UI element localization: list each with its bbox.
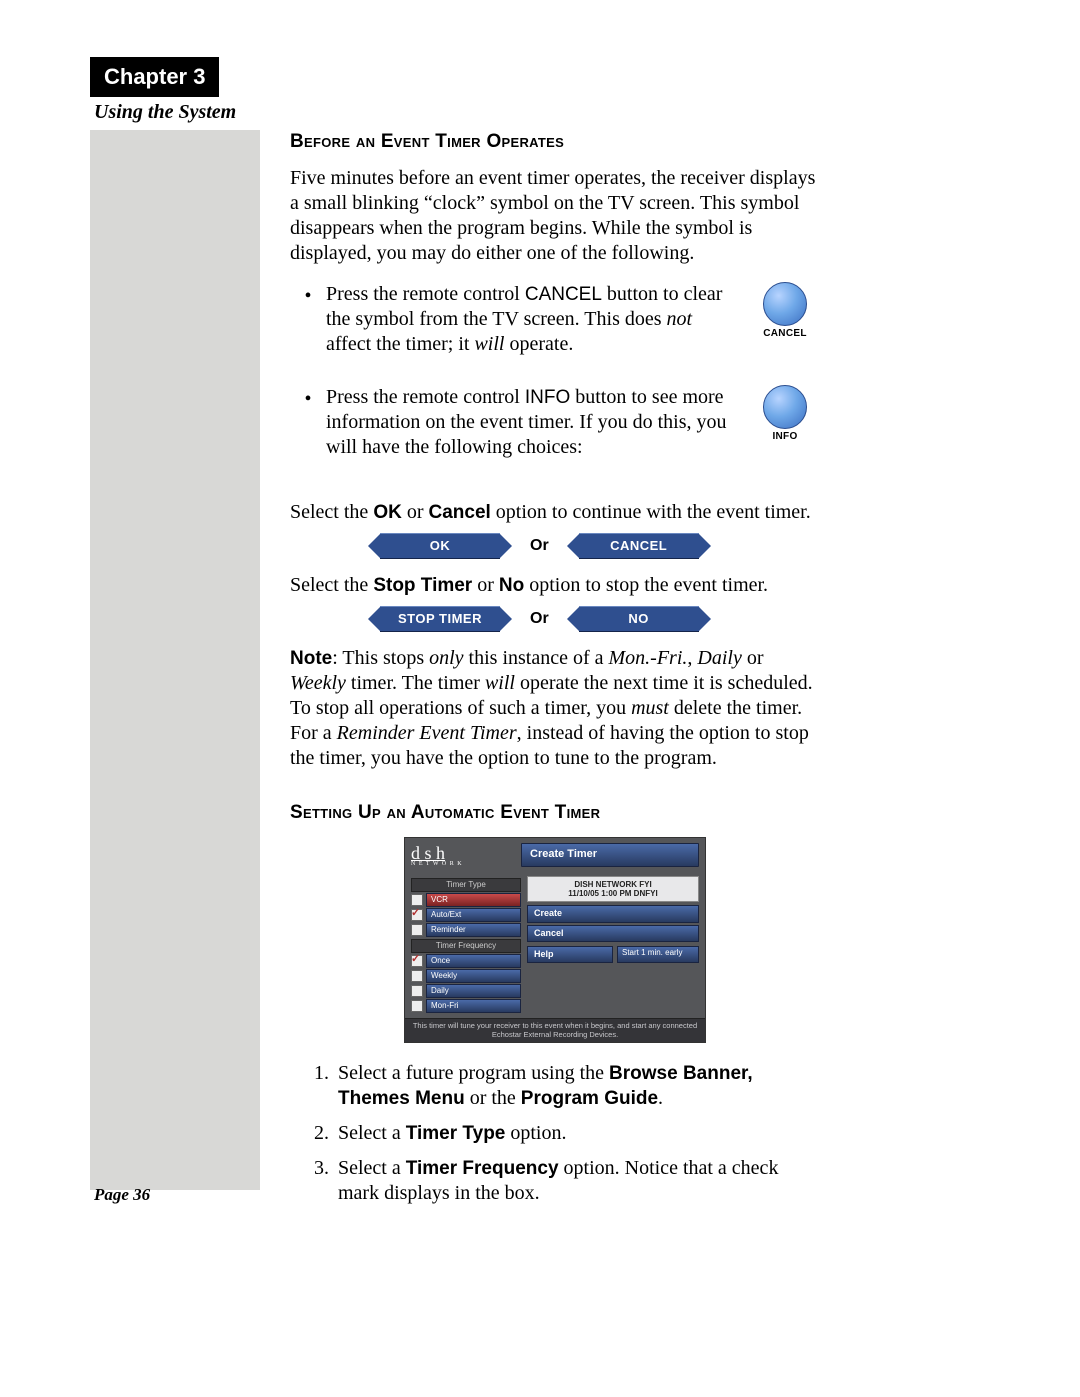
tv-right-panel: DISH NETWORK FYI 11/10/05 1:00 PM DNFYI … <box>527 876 699 1014</box>
cancel-keycap: CANCEL <box>525 284 602 305</box>
remote-info-button: INFO <box>750 385 820 446</box>
checkbox-icon <box>411 985 423 997</box>
page-number: Page 36 <box>94 1184 150 1205</box>
step-2: Select a Timer Type option. <box>334 1121 820 1146</box>
info-keycap: INFO <box>525 387 570 408</box>
opt-daily[interactable]: Daily <box>426 984 521 998</box>
opt-vcr[interactable]: VCR <box>426 893 521 907</box>
intro-paragraph: Five minutes before an event timer opera… <box>290 166 820 266</box>
bullet-marker: • <box>290 385 326 412</box>
checkbox-icon <box>411 909 423 921</box>
bullet-item-cancel: • Press the remote control CANCEL button… <box>290 282 820 357</box>
opt-weekly[interactable]: Weekly <box>426 969 521 983</box>
bullet-marker: • <box>290 282 326 309</box>
step-1: Select a future program using the Browse… <box>334 1061 820 1111</box>
stop-timer-button[interactable]: STOP TIMER <box>380 606 500 632</box>
bullet-list: • Press the remote control CANCEL button… <box>290 282 820 460</box>
opt-reminder[interactable]: Reminder <box>426 923 521 937</box>
page: Chapter 3 Using the System Before an Eve… <box>0 0 1080 1397</box>
opt-once[interactable]: Once <box>426 954 521 968</box>
checkbox-icon <box>411 894 423 906</box>
section-heading-setup-timer: Setting Up an Automatic Event Timer <box>290 801 820 825</box>
step-3: Select a Timer Frequency option. Notice … <box>334 1156 820 1206</box>
bullet-text: Press the remote control INFO button to … <box>326 385 750 460</box>
ok-button[interactable]: OK <box>380 533 500 559</box>
cancel-circle-label: CANCEL <box>763 328 807 341</box>
tv-screenshot: d s h N E T W O R K Create Timer Timer T… <box>404 837 706 1043</box>
bullet-item-info: • Press the remote control INFO button t… <box>290 385 820 460</box>
section-heading-before-timer: Before an Event Timer Operates <box>290 130 820 154</box>
tv-create-button[interactable]: Create <box>527 905 699 922</box>
or-label: Or <box>530 609 549 629</box>
no-button[interactable]: NO <box>579 606 699 632</box>
checkbox-icon <box>411 924 423 936</box>
tv-screenshot-wrap: d s h N E T W O R K Create Timer Timer T… <box>290 837 820 1043</box>
steps-list: Select a future program using the Browse… <box>290 1061 820 1206</box>
info-circle-label: INFO <box>763 431 807 444</box>
select-line-stop-no: Select the Stop Timer or No option to st… <box>290 573 820 598</box>
tv-cancel-button[interactable]: Cancel <box>527 925 699 942</box>
checkbox-icon <box>411 955 423 967</box>
tv-start-early-button[interactable]: Start 1 min. early <box>617 946 699 963</box>
note-paragraph: Note: This stops only this instance of a… <box>290 646 820 771</box>
tv-help-button[interactable]: Help <box>527 946 613 963</box>
or-label: Or <box>530 536 549 556</box>
dish-logo: d s h N E T W O R K <box>411 842 521 869</box>
tv-left-panel: Timer Type VCR Auto/Ext Reminder Timer F… <box>411 876 521 1014</box>
sidebar-shade <box>90 130 260 1190</box>
cancel-button[interactable]: CANCEL <box>579 533 699 559</box>
opt-monfri[interactable]: Mon-Fri <box>426 999 521 1013</box>
tv-program-info: DISH NETWORK FYI 11/10/05 1:00 PM DNFYI <box>527 876 699 902</box>
page-subtitle: Using the System <box>94 100 236 125</box>
tv-title: Create Timer <box>521 843 699 867</box>
content-column: Before an Event Timer Operates Five minu… <box>290 130 820 1216</box>
cancel-circle-icon <box>763 282 807 326</box>
opt-autoext[interactable]: Auto/Ext <box>426 908 521 922</box>
timer-type-head: Timer Type <box>411 878 521 892</box>
select-line-ok-cancel: Select the OK or Cancel option to contin… <box>290 500 820 525</box>
bullet-text: Press the remote control CANCEL button t… <box>326 282 750 357</box>
button-row-stop-no: STOP TIMER Or NO <box>380 606 820 632</box>
info-circle-icon <box>763 385 807 429</box>
timer-freq-head: Timer Frequency <box>411 939 521 953</box>
checkbox-icon <box>411 1000 423 1012</box>
remote-cancel-button: CANCEL <box>750 282 820 343</box>
chapter-tab: Chapter 3 <box>90 57 219 97</box>
button-row-ok-cancel: OK Or CANCEL <box>380 533 820 559</box>
tv-footer-text: This timer will tune your receiver to th… <box>405 1018 705 1042</box>
checkbox-icon <box>411 970 423 982</box>
